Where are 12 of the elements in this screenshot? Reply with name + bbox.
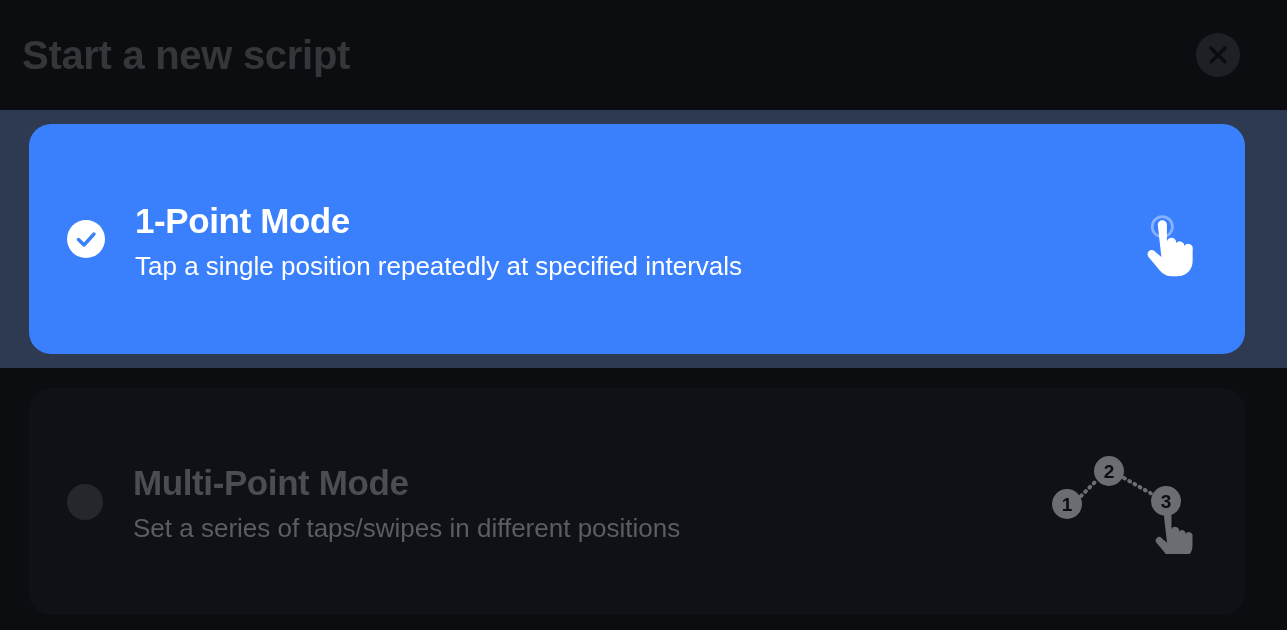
mode-title: 1-Point Mode <box>135 200 351 241</box>
step-marker: 3 <box>1151 485 1181 516</box>
dotted-connector <box>1079 478 1098 498</box>
mode-card[interactable]: Multi-Point Mode Set a series of taps/swipes in different positions 1 2 3 <box>29 388 1245 615</box>
mode-card[interactable]: 1-Point Mode Tap a single position repeatedly at specified intervals <box>29 124 1245 354</box>
mode-description: Set a series of taps/swipes in different positions <box>133 513 682 544</box>
step-marker: 2 <box>1094 455 1124 486</box>
dotted-connector <box>1122 475 1154 496</box>
hand-pointer-icon <box>1155 512 1193 554</box>
step-marker: 1 <box>1052 488 1082 519</box>
mode-description: Tap a single position repeatedly at specified intervals <box>135 250 744 282</box>
mode-title: Multi-Point Mode <box>133 463 410 503</box>
